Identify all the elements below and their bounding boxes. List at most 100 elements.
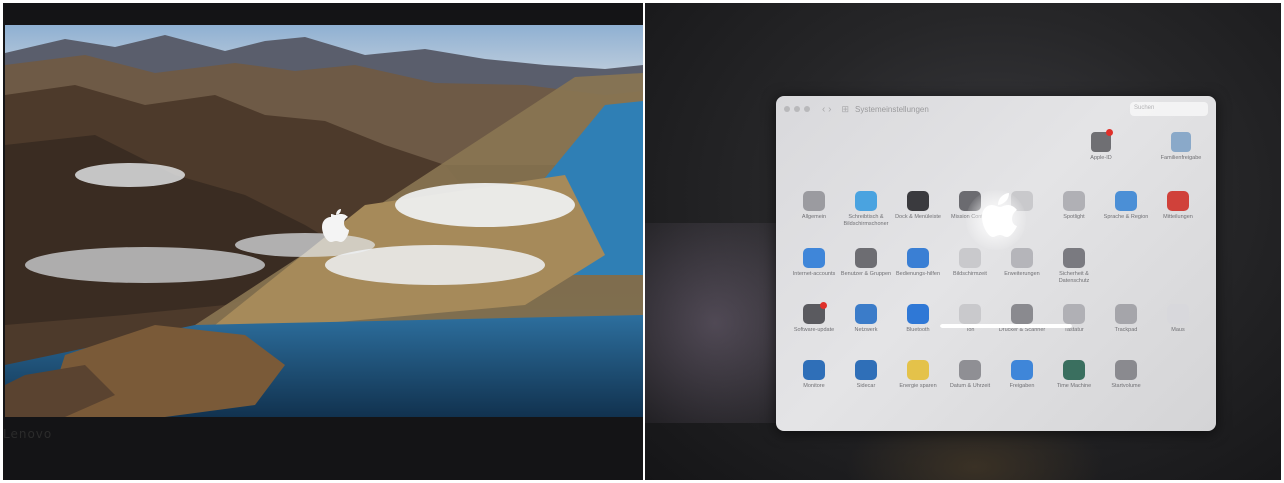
mouse-pref[interactable]: Maus: [1150, 304, 1206, 334]
sharing-pref[interactable]: Freigaben: [994, 360, 1050, 390]
sharing-icon: [1011, 360, 1033, 380]
back-forward-icon[interactable]: ‹ ›: [822, 104, 831, 115]
pref-label: Energie sparen: [899, 383, 937, 389]
keyboard-pref[interactable]: Tastatur: [1046, 304, 1102, 334]
pref-label: Spotlight: [1063, 214, 1085, 220]
left-photo: Lenovo: [3, 3, 643, 480]
screen-time-icon: [959, 248, 981, 268]
wallpaper-art: [5, 25, 643, 417]
pref-label: Sicherheit & Datenschutz: [1058, 271, 1090, 284]
pref-label: Apple-ID: [1090, 155, 1112, 161]
pref-label: Erweiterungen: [1004, 271, 1040, 277]
displays-icon: [803, 360, 825, 380]
desktop-pref[interactable]: Schreibtisch & Bildschirmschoner: [838, 191, 894, 227]
sidecar-pref[interactable]: Sidecar: [838, 360, 894, 390]
account-row: Apple-ID Familienfreigabe: [1076, 129, 1206, 161]
traffic-lights: [784, 106, 810, 112]
window-title: Systemeinstellungen: [855, 104, 929, 114]
apple-id-pref[interactable]: Apple-ID: [1076, 129, 1126, 161]
zoom-button[interactable]: [804, 106, 810, 112]
pref-label: Familienfreigabe: [1160, 155, 1202, 161]
printers-icon: [1011, 304, 1033, 324]
displays-pref[interactable]: Monitore: [786, 360, 842, 390]
pref-label: Allgemein: [801, 214, 827, 220]
pref-label: Sidecar: [856, 383, 876, 389]
pref-label: Startvolume: [1111, 383, 1141, 389]
sound-icon: [959, 304, 981, 324]
users-groups-icon: [855, 248, 877, 268]
dock-icon: [907, 191, 929, 211]
pref-label: Mitteilungen: [1163, 214, 1193, 220]
trackpad-pref[interactable]: Trackpad: [1098, 304, 1154, 334]
notifications-icon: [1167, 191, 1189, 211]
startup-disk-pref[interactable]: Startvolume: [1098, 360, 1154, 390]
dock-pref[interactable]: Dock & Menüleiste: [890, 191, 946, 221]
sound-pref[interactable]: Ton: [942, 304, 998, 334]
close-button[interactable]: [784, 106, 790, 112]
accessibility-icon: [907, 248, 929, 268]
energy-saver-pref[interactable]: Energie sparen: [890, 360, 946, 390]
pref-label: Bildschirmzeit: [953, 271, 987, 277]
window-titlebar: ‹ › ⊞ Systemeinstellungen Suchen: [776, 96, 1216, 122]
bluetooth-icon: [907, 304, 929, 324]
date-time-icon: [959, 360, 981, 380]
laptop-brand-label: Lenovo: [3, 427, 53, 441]
search-field[interactable]: Suchen: [1130, 102, 1208, 116]
notifications-pref[interactable]: Mitteilungen: [1150, 191, 1206, 221]
trackpad-icon: [1115, 304, 1137, 324]
security-icon: [1063, 248, 1085, 268]
printers-pref[interactable]: Drucker & Scanner: [994, 304, 1050, 334]
notification-badge: [820, 302, 827, 309]
search-placeholder: Suchen: [1134, 105, 1155, 111]
date-time-pref[interactable]: Datum & Uhrzeit: [942, 360, 998, 390]
general-pref[interactable]: Allgemein: [786, 191, 842, 221]
extensions-pref[interactable]: Erweiterungen: [994, 248, 1050, 278]
pref-label: Bluetooth: [906, 327, 930, 333]
laptop-screen: [5, 25, 643, 417]
pref-label: Software-update: [793, 327, 835, 333]
software-update-pref[interactable]: Software-update: [786, 302, 842, 334]
apple-logo-icon: [982, 191, 1026, 250]
pref-label: Schreibtisch & Bildschirmschoner: [843, 214, 889, 227]
time-machine-pref[interactable]: Time Machine: [1046, 360, 1102, 390]
bluetooth-pref[interactable]: Bluetooth: [890, 304, 946, 334]
security-pref[interactable]: Sicherheit & Datenschutz: [1046, 248, 1102, 284]
pref-label: Time Machine: [1056, 383, 1092, 389]
pref-label: Datum & Uhrzeit: [949, 383, 991, 389]
internet-accounts-pref[interactable]: Internet-accounts: [786, 248, 842, 278]
extensions-icon: [1011, 248, 1033, 268]
accessibility-pref[interactable]: Bedienungs-hilfen: [890, 248, 946, 278]
energy-saver-icon: [907, 360, 929, 380]
pref-label: Netzwerk: [854, 327, 878, 333]
pref-label: Benutzer & Gruppen: [840, 271, 892, 277]
language-region-icon: [1115, 191, 1137, 211]
mouse-icon: [1167, 304, 1189, 324]
pref-label: Sprache & Region: [1103, 214, 1149, 220]
network-icon: [855, 304, 877, 324]
users-groups-pref[interactable]: Benutzer & Gruppen: [838, 248, 894, 278]
spotlight-pref[interactable]: Spotlight: [1046, 191, 1102, 221]
keyboard-icon: [1063, 304, 1085, 324]
system-preferences-window: ‹ › ⊞ Systemeinstellungen Suchen Apple-I…: [776, 96, 1216, 431]
pref-label: Maus: [1171, 327, 1185, 333]
pref-label: Internet-accounts: [792, 271, 836, 277]
show-all-grid-icon[interactable]: ⊞: [841, 104, 849, 115]
spotlight-icon: [1063, 191, 1085, 211]
sidecar-icon: [855, 360, 877, 380]
notification-badge: [1106, 129, 1113, 136]
time-machine-icon: [1063, 360, 1085, 380]
general-icon: [803, 191, 825, 211]
internet-accounts-icon: [803, 248, 825, 268]
pref-label: Trackpad: [1114, 327, 1138, 333]
screen-time-pref[interactable]: Bildschirmzeit: [942, 248, 998, 278]
minimize-button[interactable]: [794, 106, 800, 112]
family-sharing-pref[interactable]: Familienfreigabe: [1156, 132, 1206, 161]
pref-label: Dock & Menüleiste: [895, 214, 941, 220]
boot-progress-fill: [940, 324, 1072, 328]
language-region-pref[interactable]: Sprache & Region: [1098, 191, 1154, 221]
network-pref[interactable]: Netzwerk: [838, 304, 894, 334]
desktop-icon: [855, 191, 877, 211]
family-sharing-icon: [1171, 132, 1191, 152]
pref-label: Bedienungs-hilfen: [895, 271, 941, 277]
pref-label: Freigaben: [1009, 383, 1035, 389]
